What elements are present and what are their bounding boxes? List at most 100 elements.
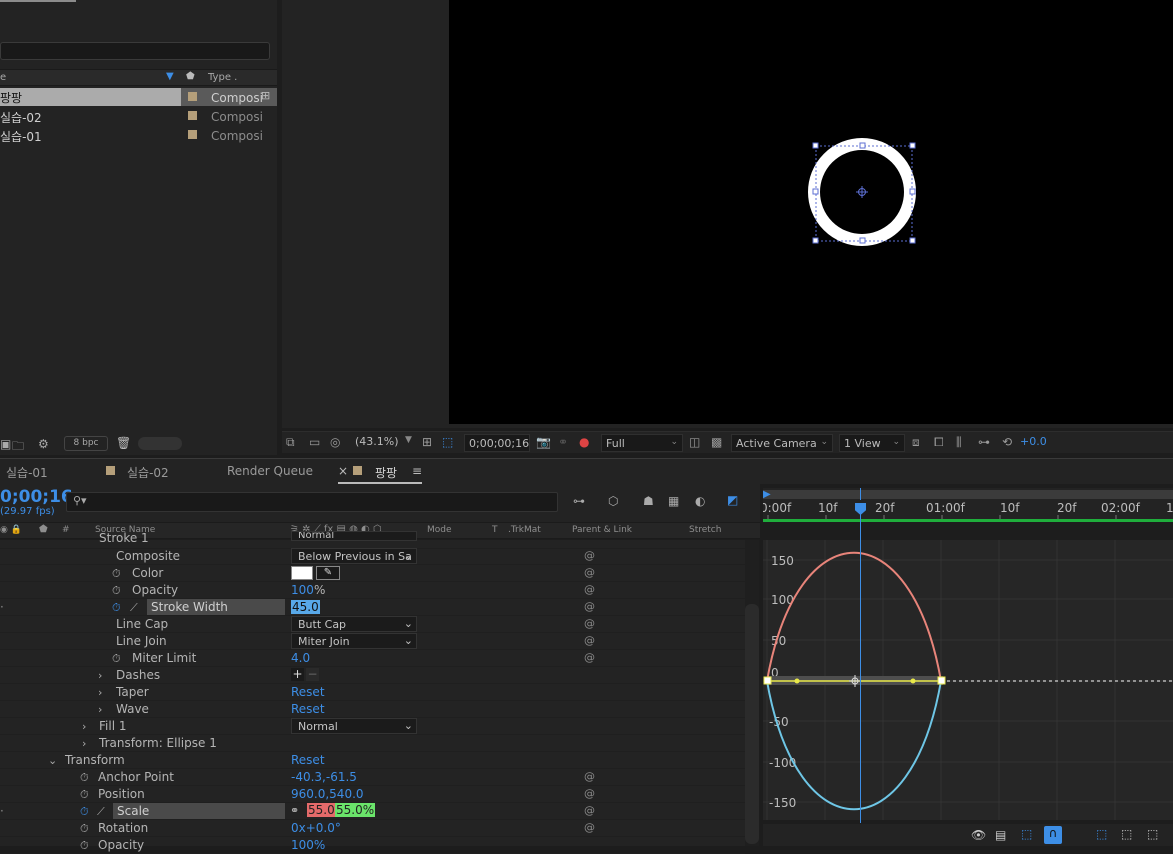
wave-reset[interactable]: Reset — [291, 702, 325, 716]
toggle-pixel-aspect-icon[interactable]: ⧈ — [912, 435, 920, 450]
graph-icon[interactable]: ⟋ — [130, 601, 138, 615]
flowchart-icon[interactable]: ⊞ — [261, 89, 270, 102]
miter-limit-value[interactable]: 4.0 — [291, 651, 310, 665]
graph-editor-icon[interactable]: ◩ — [727, 493, 738, 507]
anchor-point-value[interactable]: -40.3,-61.5 — [291, 770, 357, 784]
label-color-swatch[interactable] — [188, 111, 197, 120]
transform-handle[interactable] — [859, 142, 866, 149]
property-row-stroke[interactable]: Stroke 1 Normal — [0, 531, 745, 549]
property-row-miter-limit[interactable]: ⏱ Miter Limit 4.0 @ — [0, 650, 745, 667]
property-row-line-cap[interactable]: Line Cap Butt Cap ⌄ @ — [0, 616, 745, 633]
bezier-handle[interactable] — [910, 678, 916, 684]
layer-duration-bar[interactable] — [763, 519, 1173, 522]
transform-handle[interactable] — [812, 237, 819, 244]
value-graph[interactable]: 150100500-50-100-150 — [763, 540, 1173, 820]
eyedropper-icon[interactable]: ✎ — [316, 566, 340, 580]
interpret-footage-icon[interactable]: ▣ — [0, 437, 11, 451]
tab-comp-02[interactable]: 실습-02 — [127, 464, 169, 481]
trash-icon[interactable]: 🗑 — [116, 436, 131, 450]
pickwhip-icon[interactable]: @ — [584, 634, 595, 647]
comp-flowchart-icon[interactable]: ⊶ — [978, 435, 990, 449]
opacity-value[interactable]: 100 — [291, 583, 314, 597]
scale-y-curve[interactable] — [766, 680, 942, 811]
transform-handle[interactable] — [909, 188, 916, 195]
stopwatch-active-icon[interactable]: ⏱ — [112, 601, 121, 615]
keyframe-start[interactable] — [763, 676, 772, 685]
taper-reset[interactable]: Reset — [291, 685, 325, 699]
pickwhip-icon[interactable]: @ — [584, 770, 595, 783]
time-ruler[interactable]: ▶ 0:00f10f20f01:00f10f20f02:00f10 — [763, 488, 1173, 522]
keyframe-nav-icon[interactable]: · — [0, 804, 4, 818]
expand-arrow-icon[interactable]: › — [98, 703, 102, 716]
zoom-select[interactable]: (43.1%) — [355, 435, 399, 448]
frame-blending-icon[interactable]: ▦ — [668, 494, 679, 508]
timecode-field[interactable]: 0;00;00;16 — [464, 434, 530, 452]
label-color-swatch[interactable] — [188, 130, 197, 139]
property-row-dashes[interactable]: › Dashes + − — [0, 667, 745, 684]
collapse-arrow-icon[interactable]: ⌄ — [48, 754, 57, 767]
fit-selection-icon[interactable]: ⬚ — [1096, 827, 1107, 841]
property-row-line-join[interactable]: Line Join Miter Join ⌄ @ — [0, 633, 745, 650]
keyframe-nav-icon[interactable]: · — [0, 600, 4, 614]
property-row-anchor-point[interactable]: ⏱ Anchor Point -40.3,-61.5 @ — [0, 769, 745, 786]
label-color-swatch[interactable] — [188, 92, 197, 101]
close-tab-icon[interactable]: × — [338, 464, 348, 478]
project-search-input[interactable] — [0, 42, 270, 60]
property-row-fill[interactable]: › Fill 1 Normal ⌄ — [0, 718, 745, 735]
fast-previews-icon[interactable]: ◫ — [689, 435, 700, 449]
color-swatch[interactable] — [291, 566, 313, 580]
stopwatch-icon[interactable]: ⏱ — [80, 822, 89, 836]
expand-arrow-icon[interactable]: › — [82, 737, 86, 750]
fit-all-icon[interactable]: ⬚ — [1121, 827, 1132, 841]
pickwhip-icon[interactable]: @ — [584, 651, 595, 664]
transform-handle[interactable] — [909, 237, 916, 244]
draft-3d-icon[interactable]: ⧠ — [934, 435, 944, 450]
current-time-display[interactable]: 0;00;16 — [0, 487, 73, 507]
stopwatch-icon[interactable]: ⏱ — [80, 771, 89, 785]
new-folder-icon[interactable]: 🗀 — [12, 437, 24, 458]
pickwhip-icon[interactable]: @ — [584, 600, 595, 613]
separate-dimensions-icon[interactable]: ⬚ — [1147, 827, 1158, 841]
tab-render-queue[interactable]: Render Queue — [227, 464, 313, 478]
playhead-line[interactable] — [860, 503, 861, 823]
position-value[interactable]: 960.0,540.0 — [291, 787, 364, 801]
line-join-dropdown[interactable]: Miter Join ⌄ — [291, 633, 417, 649]
composite-dropdown[interactable]: Below Previous in Sa ⌄ — [291, 548, 417, 564]
resolution-select[interactable]: Full ⌄ — [601, 434, 683, 452]
ellipse-layer-preview[interactable] — [449, 0, 1173, 424]
transparency-grid-icon[interactable]: ▩ — [711, 435, 722, 449]
constrain-proportions-icon[interactable]: ⚭ — [290, 804, 299, 817]
project-scroll-slider[interactable] — [138, 437, 182, 450]
transform-box-icon[interactable]: ⬚ — [1021, 827, 1032, 841]
composition-canvas[interactable] — [449, 0, 1173, 424]
property-row-opacity[interactable]: ⏱ Opacity 100 % @ — [0, 582, 745, 599]
pickwhip-icon[interactable]: @ — [584, 566, 595, 579]
property-row-transform[interactable]: ⌄ Transform Reset — [0, 752, 745, 769]
expand-arrow-icon[interactable]: › — [98, 686, 102, 699]
expand-arrow-icon[interactable]: › — [82, 720, 86, 733]
scale-x-value[interactable]: 55.0 — [307, 803, 336, 817]
keyframe-end[interactable] — [937, 676, 946, 685]
rotation-value[interactable]: 0x+0.0° — [291, 821, 341, 835]
pickwhip-icon[interactable]: @ — [584, 787, 595, 800]
timeline-icon[interactable]: ⫼ — [956, 435, 962, 450]
camera-select[interactable]: Active Camera ⌄ — [731, 434, 833, 452]
stopwatch-icon[interactable]: ⏱ — [112, 584, 121, 598]
region-of-interest-icon[interactable]: ⬚ — [442, 435, 453, 449]
transform-handle[interactable] — [812, 188, 819, 195]
project-item[interactable]: 팡팡 Composi ⊞ — [0, 88, 277, 106]
monitor-icon[interactable]: ▭ — [309, 435, 320, 449]
property-row-position[interactable]: ⏱ Position 960.0,540.0 @ — [0, 786, 745, 803]
add-dash-button[interactable]: + — [291, 668, 304, 681]
stopwatch-icon[interactable]: ⏱ — [80, 788, 89, 802]
view-layout-select[interactable]: 1 View ⌄ — [839, 434, 905, 452]
property-row-color[interactable]: ⏱ Color ✎ @ — [0, 565, 745, 582]
camera-snapshot-icon[interactable]: 📷 — [536, 435, 551, 449]
label-tag-icon[interactable]: ⬟ — [186, 71, 195, 82]
shy-layers-icon[interactable]: ☗ — [643, 494, 654, 508]
reset-exposure-icon[interactable]: ⟲ — [1002, 435, 1012, 449]
show-snapshot-icon[interactable]: ⚭ — [558, 435, 568, 449]
pickwhip-icon[interactable]: @ — [584, 804, 595, 817]
panel-menu-icon[interactable]: ≡ — [412, 464, 422, 478]
timeline-search-input[interactable]: ⚲▾ — [66, 492, 558, 512]
